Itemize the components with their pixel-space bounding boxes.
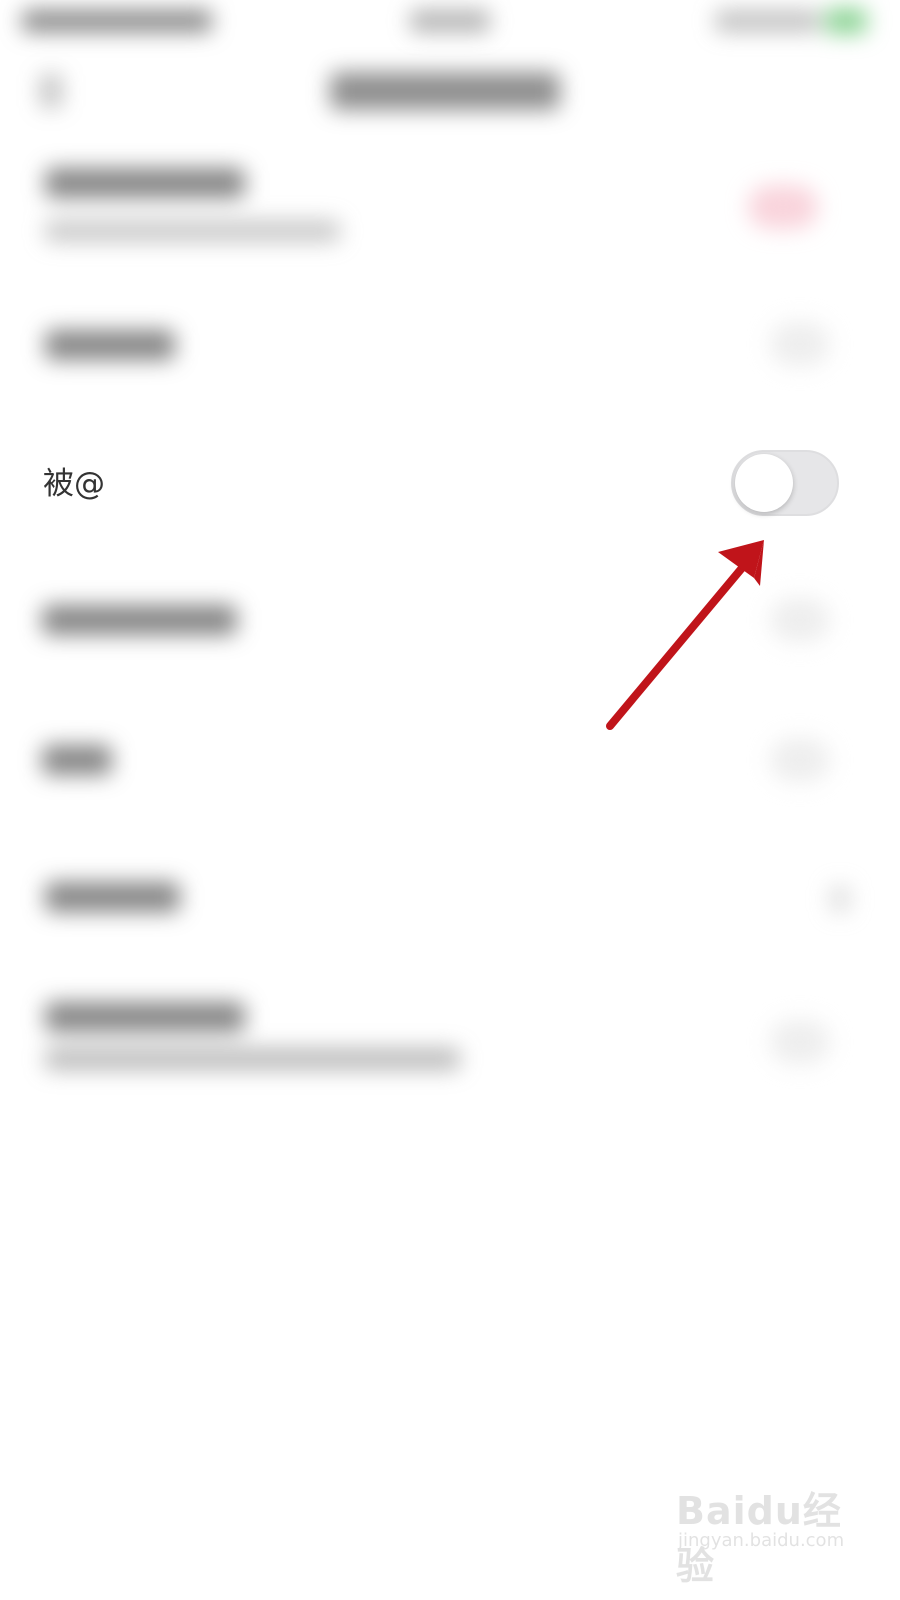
status-bar-center [410,10,490,32]
row-title-blurred [45,1002,245,1032]
mention-toggle[interactable] [731,450,839,516]
row-title-blurred [45,168,245,198]
settings-screen: 被@ Baidu经验 jingyan.baidu.com [0,0,900,1600]
chevron-right-icon [830,885,850,913]
row-subtitle-blurred [45,1048,460,1070]
status-bar [0,0,900,46]
battery-icon [825,8,867,34]
page-title [330,72,560,110]
toggle-blurred[interactable] [748,185,818,229]
row-title-blurred [45,882,180,912]
setting-row-mentioned[interactable]: 被@ [0,420,900,550]
row-title-blurred [45,330,175,360]
setting-label: 被@ [43,466,105,502]
toggle-blurred[interactable] [770,738,830,782]
row-subtitle-blurred [45,220,340,242]
toggle-knob[interactable] [735,454,793,512]
back-icon[interactable] [40,74,62,108]
toggle-blurred[interactable] [770,1020,830,1064]
toggle-blurred[interactable] [770,322,830,366]
status-bar-right [715,10,820,32]
watermark-site: jingyan.baidu.com [678,1530,845,1551]
row-title-blurred [42,605,237,635]
baidu-watermark: Baidu经验 jingyan.baidu.com [670,1470,870,1588]
row-title-blurred [42,745,112,775]
toggle-blurred[interactable] [770,598,830,642]
status-bar-left [22,10,212,32]
